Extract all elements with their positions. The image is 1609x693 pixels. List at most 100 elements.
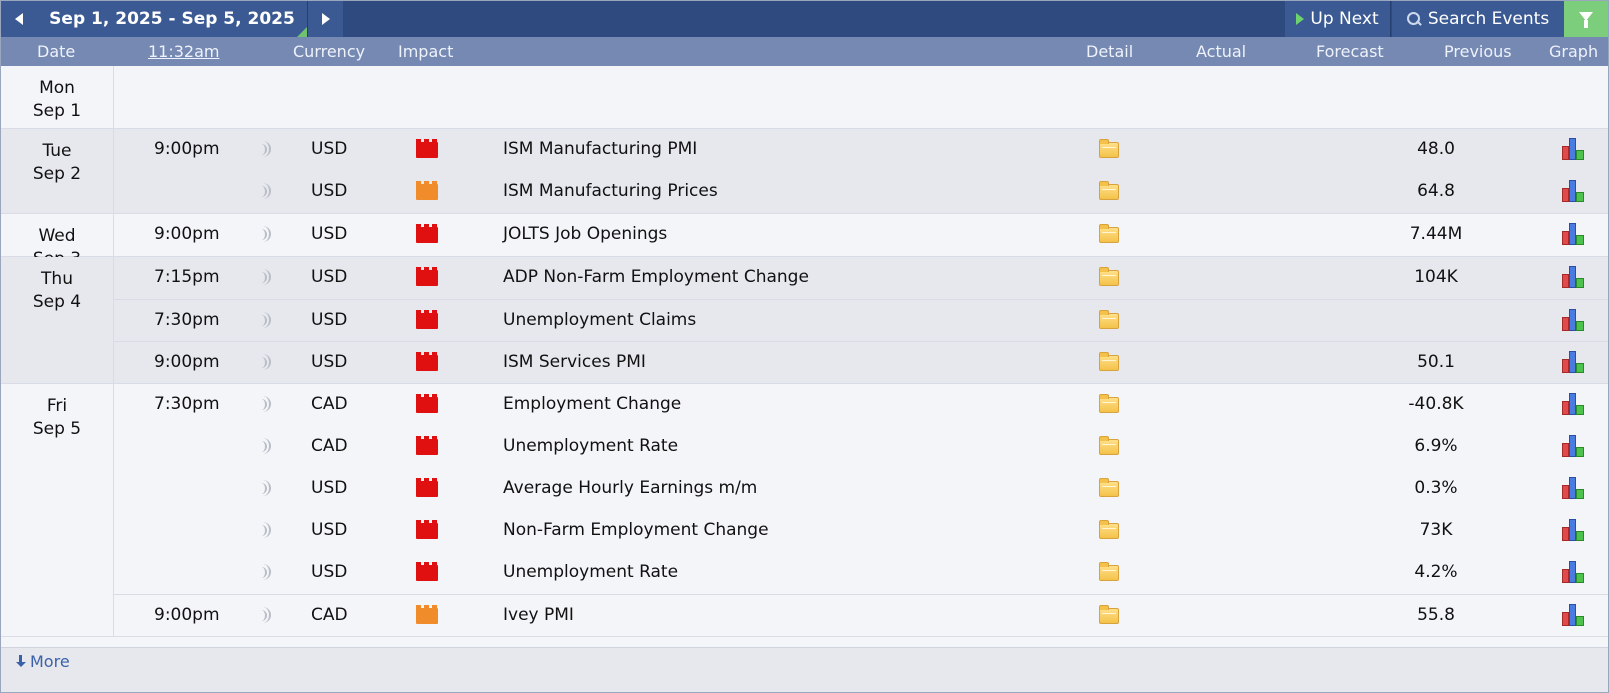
event-name[interactable]: Non-Farm Employment Change [503, 520, 769, 540]
folder-icon[interactable] [1099, 605, 1119, 624]
header-detail: Detail [1086, 42, 1134, 61]
chevron-right-icon [321, 13, 330, 25]
event-name[interactable]: Ivey PMI [503, 605, 574, 625]
impact-medium-icon [416, 605, 438, 624]
speaker-icon[interactable] [258, 564, 272, 582]
folder-icon[interactable] [1099, 310, 1119, 329]
day-group: Fri Sep 5 7:30pm CAD Employment Change -40.8K… [1, 384, 1608, 637]
event-row[interactable]: USD Unemployment Rate 4.2% [114, 552, 1608, 594]
up-next-button[interactable]: Up Next [1285, 1, 1391, 37]
speaker-icon[interactable] [258, 480, 272, 498]
event-row[interactable]: 9:00pm USD JOLTS Job Openings 7.44M [114, 214, 1608, 256]
event-name[interactable]: JOLTS Job Openings [503, 224, 667, 244]
speaker-icon[interactable] [258, 226, 272, 244]
day-group: Mon Sep 1 [1, 66, 1608, 129]
header-currency: Currency [293, 42, 366, 61]
bar-chart-icon[interactable] [1562, 561, 1586, 583]
next-week-button[interactable] [307, 1, 343, 37]
event-previous: -40.8K [1408, 394, 1464, 414]
bar-chart-icon[interactable] [1562, 180, 1586, 202]
day-date: Sep 5 [32, 419, 82, 439]
bar-chart-icon[interactable] [1562, 477, 1586, 499]
chevron-left-icon [15, 13, 23, 25]
event-currency: USD [311, 478, 348, 498]
date-range-label: Sep 1, 2025 - Sep 5, 2025 [49, 9, 295, 29]
more-button[interactable]: More [15, 652, 70, 671]
footer: More [1, 647, 1608, 692]
day-group: WedSep 3 9:00pm USD JOLTS Job Openings 7.44M [1, 214, 1608, 269]
folder-icon[interactable] [1099, 478, 1119, 497]
folder-icon[interactable] [1099, 562, 1119, 581]
bar-chart-icon[interactable] [1562, 309, 1586, 331]
event-row[interactable]: 9:00pm USD ISM Services PMI 50.1 [114, 341, 1608, 383]
folder-icon[interactable] [1099, 520, 1119, 539]
speaker-icon[interactable] [258, 183, 272, 201]
economic-calendar: Sep 1, 2025 - Sep 5, 2025 Up Next Search… [0, 0, 1609, 693]
bar-chart-icon[interactable] [1562, 223, 1586, 245]
speaker-icon[interactable] [258, 438, 272, 456]
day-label: Tue Sep 2 [1, 129, 114, 213]
event-name[interactable]: Average Hourly Earnings m/m [503, 478, 757, 498]
impact-high-icon [416, 224, 438, 243]
event-row[interactable]: 7:30pm USD Unemployment Claims [114, 299, 1608, 341]
speaker-icon[interactable] [258, 522, 272, 540]
event-row[interactable]: 9:00pm USD ISM Manufacturing PMI 48.0 [114, 129, 1608, 171]
event-name[interactable]: ISM Manufacturing PMI [503, 139, 697, 159]
day-date: Sep 2 [32, 164, 82, 184]
search-events-button[interactable]: Search Events [1392, 1, 1564, 37]
current-time-link[interactable]: 11:32am [148, 42, 220, 61]
bar-chart-icon[interactable] [1562, 519, 1586, 541]
folder-icon[interactable] [1099, 436, 1119, 455]
search-icon [1406, 11, 1422, 27]
folder-icon[interactable] [1099, 139, 1119, 158]
event-time: 9:00pm [154, 224, 220, 244]
folder-icon[interactable] [1099, 181, 1119, 200]
folder-icon[interactable] [1099, 267, 1119, 286]
header-previous: Previous [1444, 42, 1512, 61]
event-name[interactable]: Unemployment Rate [503, 562, 678, 582]
event-row[interactable]: 7:30pm CAD Employment Change -40.8K [114, 384, 1608, 426]
speaker-icon[interactable] [258, 312, 272, 330]
impact-high-icon [416, 562, 438, 581]
event-row[interactable]: CAD Unemployment Rate 6.9% [114, 426, 1608, 468]
bar-chart-icon[interactable] [1562, 266, 1586, 288]
event-name[interactable]: Unemployment Rate [503, 436, 678, 456]
bar-chart-icon[interactable] [1562, 393, 1586, 415]
speaker-icon[interactable] [258, 141, 272, 159]
previous-week-button[interactable] [1, 1, 37, 37]
day-of-week: Thu [41, 269, 73, 289]
speaker-icon[interactable] [258, 607, 272, 625]
speaker-icon[interactable] [258, 269, 272, 287]
event-name[interactable]: Employment Change [503, 394, 681, 414]
event-name[interactable]: ADP Non-Farm Employment Change [503, 267, 809, 287]
event-time: 7:30pm [154, 310, 220, 330]
header-impact: Impact [398, 42, 454, 61]
event-row[interactable]: USD Non-Farm Employment Change 73K [114, 510, 1608, 552]
event-previous: 6.9% [1414, 436, 1458, 456]
event-row[interactable]: USD Average Hourly Earnings m/m 0.3% [114, 468, 1608, 510]
event-name[interactable]: ISM Services PMI [503, 352, 646, 372]
bar-chart-icon[interactable] [1562, 604, 1586, 626]
day-of-week: Mon [39, 78, 75, 98]
folder-icon[interactable] [1099, 352, 1119, 371]
folder-icon[interactable] [1099, 224, 1119, 243]
calendar-table: Mon Sep 1 Tue Sep 2 9:00pm USD ISM Manufacturi… [1, 66, 1608, 637]
impact-high-icon [416, 436, 438, 455]
event-name[interactable]: ISM Manufacturing Prices [503, 181, 718, 201]
event-row[interactable]: 9:00pm CAD Ivey PMI 55.8 [114, 594, 1608, 636]
filter-button[interactable] [1564, 1, 1608, 37]
day-label: Thu Sep 4 [1, 257, 114, 383]
event-row[interactable]: USD ISM Manufacturing Prices 64.8 [114, 171, 1608, 213]
event-time: 9:00pm [154, 139, 220, 159]
bar-chart-icon[interactable] [1562, 138, 1586, 160]
folder-icon[interactable] [1099, 394, 1119, 413]
event-name[interactable]: Unemployment Claims [503, 310, 696, 330]
speaker-icon[interactable] [258, 354, 272, 372]
event-row[interactable]: 7:15pm USD ADP Non-Farm Employment Change 1… [114, 257, 1608, 299]
speaker-icon[interactable] [258, 396, 272, 414]
date-range-picker[interactable]: Sep 1, 2025 - Sep 5, 2025 [37, 1, 307, 37]
bar-chart-icon[interactable] [1562, 435, 1586, 457]
bar-chart-icon[interactable] [1562, 351, 1586, 373]
day-label: WedSep 3 [1, 214, 114, 269]
event-previous: 73K [1419, 520, 1453, 540]
